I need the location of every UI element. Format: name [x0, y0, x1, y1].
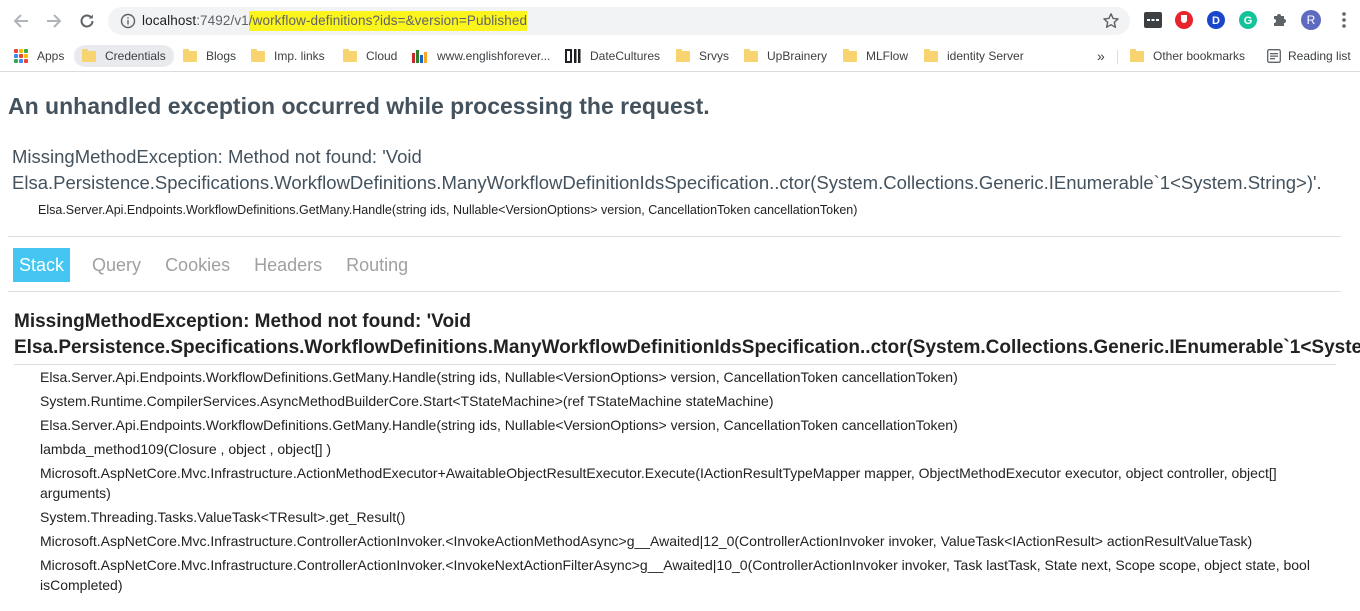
bookmarks-divider [1117, 50, 1118, 64]
bookmark-label: MLFlow [866, 49, 909, 63]
folder-icon [924, 48, 938, 62]
profile-initial: R [1306, 13, 1316, 27]
stack-frame: lambda_method109(Closure , object , obje… [40, 441, 332, 457]
extension-d-icon[interactable]: D [1206, 10, 1226, 30]
folder-icon [251, 48, 265, 62]
tab-cookies[interactable]: Cookies [159, 248, 236, 282]
tab-bar: Stack Query Cookies Headers Routing [13, 248, 426, 282]
bookmarks-bar: Apps Credentials Blogs Imp. links Cloud … [0, 40, 1360, 72]
bookmark-apps[interactable]: Apps [14, 45, 64, 67]
extension-devtools-icon[interactable] [1143, 10, 1163, 30]
bookmark-other-bookmarks[interactable]: Other bookmarks [1130, 45, 1245, 67]
bookmarks-overflow-button[interactable]: » [1097, 45, 1105, 67]
browser-menu-button[interactable] [1334, 10, 1354, 30]
stack-frame-list: Elsa.Server.Api.Endpoints.WorkflowDefini… [14, 364, 1336, 597]
stack-frame: Microsoft.AspNetCore.Mvc.Infrastructure.… [40, 465, 1277, 501]
stack-frame: Microsoft.AspNetCore.Mvc.Infrastructure.… [40, 557, 1310, 593]
folder-icon [676, 48, 690, 62]
url-highlighted-path: /workflow-definitions?ids=&version=Publi… [248, 11, 528, 31]
chevron-double-right-icon: » [1097, 48, 1105, 64]
stack-frame: Microsoft.AspNetCore.Mvc.Infrastructure.… [40, 533, 1253, 549]
extension-red-shield-icon[interactable] [1174, 10, 1194, 30]
bookmark-label: Other bookmarks [1153, 49, 1246, 63]
bookmark-label: Reading list [1288, 49, 1351, 63]
bookmark-label: DateCultures [590, 49, 661, 63]
exception-message: MissingMethodException: Method not found… [12, 146, 1322, 193]
tab-query[interactable]: Query [86, 248, 147, 282]
stack-heading-line: Elsa.Persistence.Specifications.Workflow… [14, 337, 1360, 358]
reading-list-icon [1267, 49, 1281, 63]
bookmark-star-icon[interactable] [1102, 12, 1120, 30]
bookmark-label: Imp. links [274, 49, 325, 63]
bookmark-label: Credentials [105, 49, 166, 63]
folder-icon [843, 48, 857, 62]
url-text[interactable]: localhost:7492/v1/workflow-definitions?i… [142, 11, 528, 31]
extensions-puzzle-icon[interactable] [1270, 10, 1290, 30]
back-button[interactable] [9, 9, 33, 33]
folder-icon [82, 48, 96, 62]
forward-arrow-icon [47, 14, 62, 28]
bookmark-label: identity Server [947, 49, 1024, 63]
bar-chart-favicon-icon [412, 50, 427, 63]
stack-frame: Elsa.Server.Api.Endpoints.WorkflowDefini… [40, 369, 958, 385]
stack-heading-line: MissingMethodException: Method not found… [14, 311, 471, 332]
extension-grammarly-icon[interactable]: G [1238, 10, 1258, 30]
page-title: An unhandled exception occurred while pr… [8, 93, 710, 119]
exception-location: Elsa.Server.Api.Endpoints.WorkflowDefini… [38, 203, 858, 217]
profile-avatar[interactable]: R [1301, 10, 1321, 30]
bookmark-label: Apps [37, 49, 65, 63]
browser-toolbar: localhost:7492/v1/workflow-definitions?i… [0, 0, 1360, 40]
datecultures-favicon-icon [565, 49, 581, 63]
folder-icon [744, 48, 758, 62]
address-bar[interactable]: localhost:7492/v1/workflow-definitions?i… [108, 7, 1130, 35]
bookmark-blogs[interactable]: Blogs [183, 45, 236, 67]
site-info-icon[interactable] [120, 13, 136, 29]
reload-icon [80, 14, 94, 28]
stack-frame: Elsa.Server.Api.Endpoints.WorkflowDefini… [40, 417, 958, 433]
folder-icon [343, 48, 357, 62]
divider [8, 236, 1341, 237]
bookmark-englishforever[interactable]: www.englishforever... [412, 45, 550, 67]
bookmark-label: www.englishforever... [437, 49, 551, 63]
folder-icon [1130, 48, 1144, 62]
tab-routing[interactable]: Routing [340, 248, 414, 282]
tab-headers[interactable]: Headers [248, 248, 328, 282]
divider [8, 291, 1341, 292]
bookmark-imp-links[interactable]: Imp. links [251, 45, 325, 67]
bookmark-datecultures[interactable]: DateCultures [565, 45, 660, 67]
bookmark-srvys[interactable]: Srvys [676, 45, 729, 67]
error-page: An unhandled exception occurred while pr… [0, 72, 1360, 611]
folder-icon [183, 48, 197, 62]
stack-exception-heading: MissingMethodException: Method not found… [14, 309, 1360, 361]
reading-list-button[interactable]: Reading list [1267, 45, 1351, 67]
bookmark-credentials[interactable]: Credentials [74, 45, 174, 67]
back-arrow-icon [13, 14, 28, 28]
svg-text:D: D [1212, 15, 1220, 27]
bookmark-label: Srvys [699, 49, 729, 63]
url-host: localhost [142, 13, 197, 28]
svg-text:G: G [1244, 15, 1253, 27]
forward-button[interactable] [42, 9, 66, 33]
bookmark-label: Cloud [366, 49, 398, 63]
tab-stack[interactable]: Stack [13, 248, 71, 282]
bookmark-cloud[interactable]: Cloud [343, 45, 397, 67]
bookmark-upbrainery[interactable]: UpBrainery [744, 45, 827, 67]
bookmark-label: UpBrainery [767, 49, 828, 63]
bookmark-mlflow[interactable]: MLFlow [843, 45, 908, 67]
apps-grid-icon [14, 49, 28, 63]
bookmark-identity-server[interactable]: identity Server [924, 45, 1024, 67]
bookmark-label: Blogs [206, 49, 237, 63]
stack-frame: System.Threading.Tasks.ValueTask<TResult… [40, 509, 406, 525]
reload-button[interactable] [75, 9, 99, 33]
kebab-menu-icon [1342, 12, 1346, 28]
url-port: :7492/v1 [196, 13, 249, 28]
stack-frame: System.Runtime.CompilerServices.AsyncMet… [40, 393, 774, 409]
